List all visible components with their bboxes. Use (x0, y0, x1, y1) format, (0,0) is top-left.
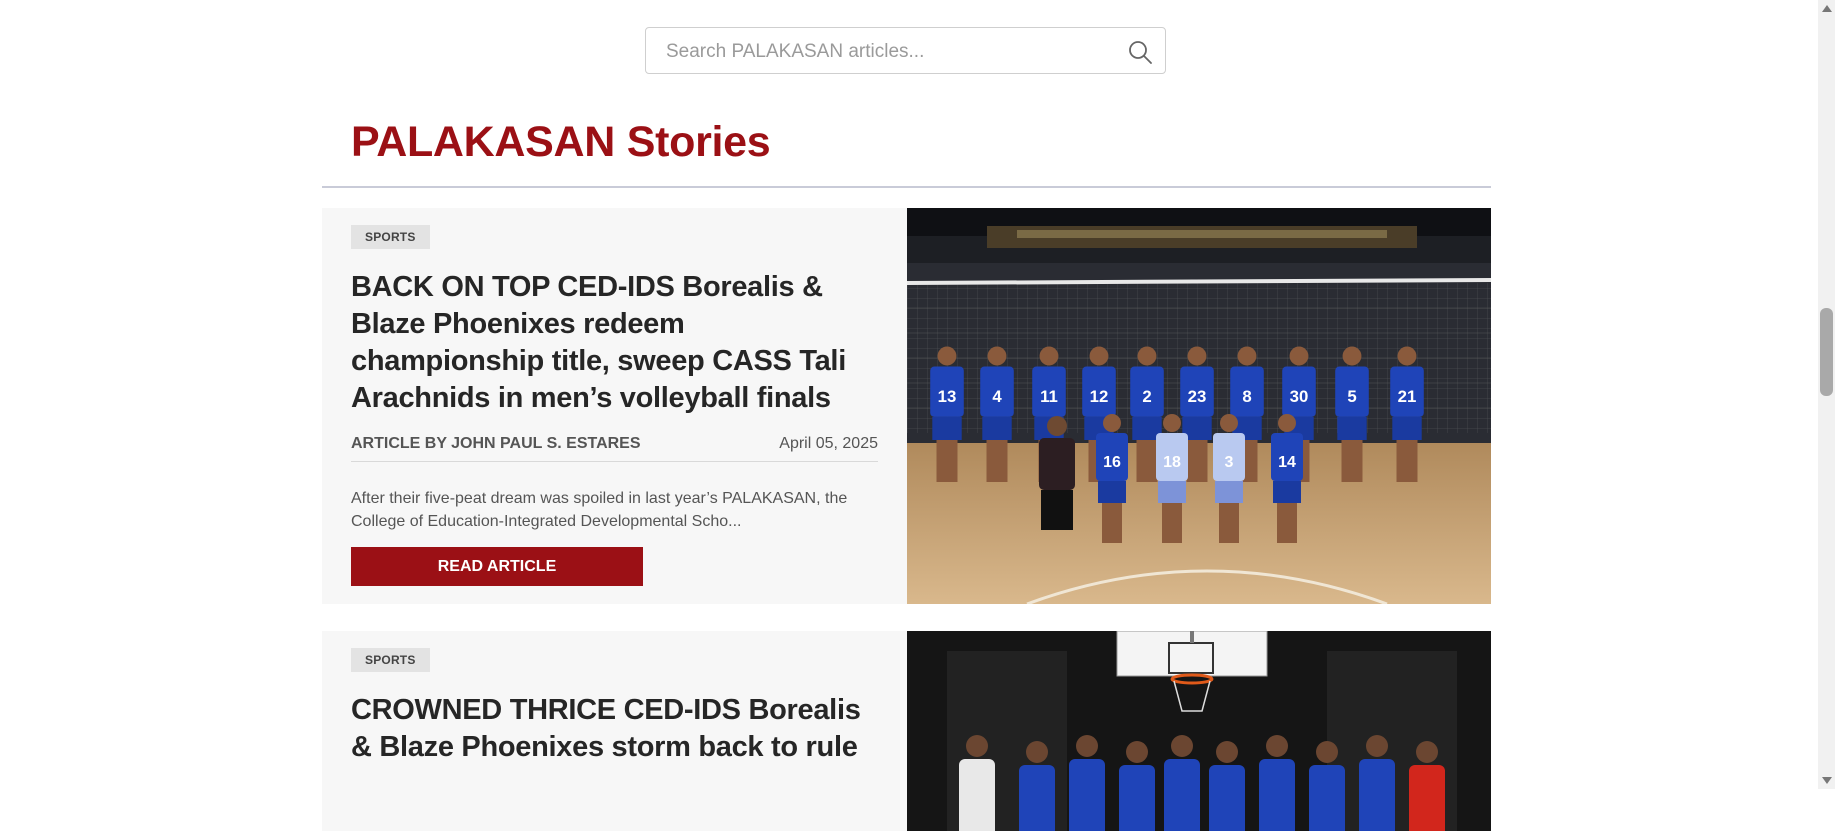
svg-text:16: 16 (1103, 454, 1121, 471)
svg-text:18: 18 (1163, 454, 1181, 471)
article-photo-volleyball-team[interactable]: 13 4 11 12 2 23 8 30 5 21 16 18 3 14 (907, 208, 1491, 604)
scrollbar[interactable] (1818, 0, 1835, 789)
svg-text:5: 5 (1347, 387, 1356, 406)
scroll-up-arrow-icon[interactable] (1822, 5, 1832, 12)
article-card: SPORTS CROWNED THRICE CED-IDS Borealis &… (322, 631, 1491, 831)
search-bar[interactable] (645, 27, 1166, 75)
svg-text:8: 8 (1242, 387, 1251, 406)
search-icon[interactable] (1127, 39, 1153, 65)
svg-text:23: 23 (1188, 387, 1207, 406)
read-article-button[interactable]: READ ARTICLE (351, 547, 643, 586)
article-headline[interactable]: BACK ON TOP CED-IDS Borealis & Blaze Pho… (351, 269, 878, 417)
article-excerpt: After their five-peat dream was spoiled … (351, 490, 848, 530)
article-photo-basketball-team[interactable] (907, 631, 1491, 831)
article-card: SPORTS BACK ON TOP CED-IDS Borealis & Bl… (322, 208, 1491, 604)
scroll-down-arrow-icon[interactable] (1822, 777, 1832, 784)
svg-text:14: 14 (1278, 454, 1296, 471)
article-meta: ARTICLE BY JOHN PAUL S. ESTARES April 05… (351, 435, 878, 462)
article-headline[interactable]: CROWNED THRICE CED-IDS Borealis & Blaze … (351, 692, 878, 766)
category-badge[interactable]: SPORTS (351, 648, 430, 672)
section-divider (322, 186, 1491, 188)
article-byline: ARTICLE BY JOHN PAUL S. ESTARES (351, 435, 641, 452)
category-badge[interactable]: SPORTS (351, 225, 430, 249)
svg-text:4: 4 (992, 387, 1002, 406)
scrollbar-thumb[interactable] (1820, 308, 1833, 396)
svg-text:11: 11 (1040, 387, 1058, 406)
search-input[interactable] (664, 28, 1108, 75)
section-title: PALAKASAN Stories (351, 118, 771, 166)
svg-text:2: 2 (1142, 387, 1151, 406)
svg-text:13: 13 (938, 387, 957, 406)
svg-text:3: 3 (1225, 454, 1234, 471)
svg-text:21: 21 (1398, 387, 1417, 406)
article-date: April 05, 2025 (779, 435, 878, 452)
svg-text:12: 12 (1090, 387, 1109, 406)
svg-text:30: 30 (1290, 387, 1309, 406)
